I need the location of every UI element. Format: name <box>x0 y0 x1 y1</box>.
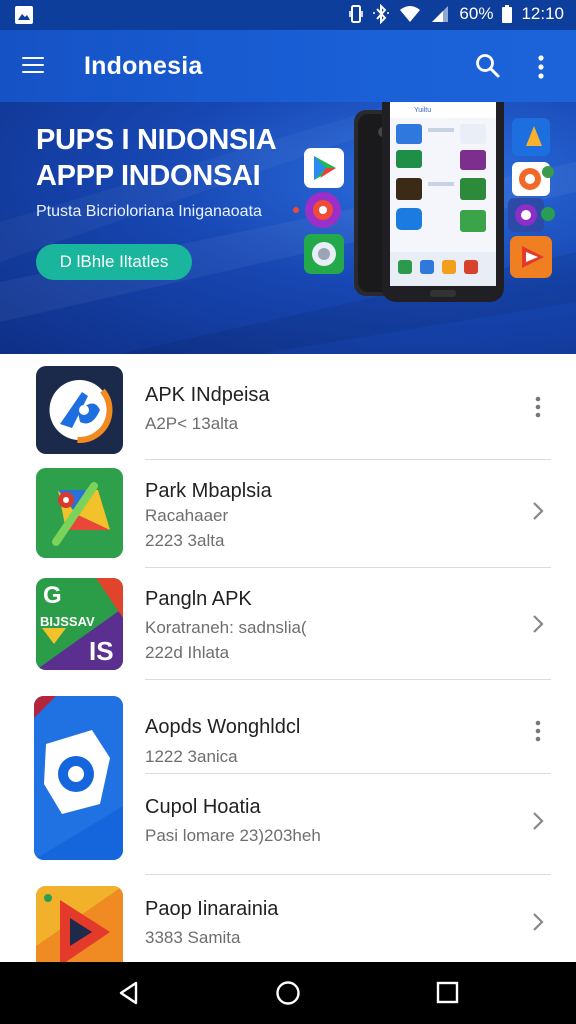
app-name: APK INdpeisa <box>145 384 270 406</box>
app-name: Cupol Hoatia <box>145 796 261 818</box>
status-bar: 60% 12:10 <box>0 0 576 30</box>
app-meta: 3383 Samita <box>145 928 241 947</box>
app-meta: Racahaaer <box>145 506 229 525</box>
screen: 60% 12:10 Indonesia PUPS I NIDONSIA APPP… <box>0 0 576 1024</box>
banner-title-line2: APPP INDONSAI <box>36 160 261 192</box>
chevron-right-icon[interactable] <box>528 806 548 836</box>
chevron-right-icon[interactable] <box>528 907 548 937</box>
app-icon-3: G BIJSSAV IS <box>36 578 123 670</box>
app-name: Aopds Wonghldcl <box>145 716 301 738</box>
divider <box>145 773 551 774</box>
back-icon[interactable] <box>114 978 144 1008</box>
app-meta: 1222 3anica <box>145 747 238 766</box>
app-list: APK INdpeisa A2P< 13alta Park Mbaplsia R… <box>0 354 576 962</box>
search-icon[interactable] <box>474 52 504 82</box>
battery-percent: 60% <box>459 4 494 23</box>
more-vert-icon[interactable] <box>528 392 548 422</box>
menu-icon[interactable] <box>22 52 56 82</box>
battery-icon <box>502 5 513 23</box>
divider <box>145 459 551 460</box>
icon-badge: IS <box>89 636 114 666</box>
recents-icon[interactable] <box>433 978 463 1008</box>
banner-title-line1: PUPS I NIDONSIA <box>36 124 277 156</box>
list-item-apk-indonesia[interactable]: APK INdpeisa A2P< 13alta <box>0 366 576 456</box>
wifi-icon <box>399 5 421 23</box>
chevron-right-icon[interactable] <box>528 496 548 526</box>
home-icon[interactable] <box>273 978 303 1008</box>
promo-banner[interactable]: PUPS I NIDONSIA APPP INDONSAI Ptusta Bic… <box>0 102 576 354</box>
chevron-right-icon[interactable] <box>528 609 548 639</box>
app-meta: A2P< 13alta <box>145 414 239 433</box>
app-meta: Pasi lomare 23)203heh <box>145 826 321 845</box>
phone-screen-text: Yuiltu <box>414 107 431 114</box>
more-vert-icon[interactable] <box>528 716 548 746</box>
status-icons: 60% 12:10 <box>349 4 564 24</box>
icon-letter: G <box>43 582 62 609</box>
list-item-paop-iinarainia[interactable]: Paop Iinarainia 3383 Samita <box>0 886 576 962</box>
divider <box>145 567 551 568</box>
icon-label: BIJSSAV <box>40 614 95 629</box>
app-icon-2 <box>36 468 123 558</box>
list-item-pangln-apk[interactable]: G BIJSSAV IS Pangln APK Koratraneh: sadn… <box>0 578 576 672</box>
navigation-bar <box>0 962 576 1024</box>
banner-subtitle: Ptusta Bicrioloriana Iniganaoata <box>36 203 262 220</box>
divider <box>145 874 551 875</box>
app-meta: 2223 3alta <box>145 531 225 550</box>
app-name: Park Mbaplsia <box>145 480 272 502</box>
app-icon-6 <box>36 886 123 962</box>
app-meta: 222d Ihlata <box>145 643 230 662</box>
list-item-cupol-hoatia[interactable]: Cupol Hoatia Pasi lomare 23)203heh <box>0 784 576 870</box>
vibrate-icon <box>349 4 364 24</box>
divider <box>145 679 551 680</box>
phones-illustration: Yuiltu <box>293 102 555 302</box>
app-bar: Indonesia <box>0 30 576 102</box>
clock: 12:10 <box>521 4 564 23</box>
app-icon-1 <box>36 366 123 454</box>
more-vert-icon[interactable] <box>536 52 556 82</box>
image-icon <box>14 5 34 30</box>
banner-button[interactable]: D lBhle Iltatles <box>36 244 192 280</box>
app-meta: Koratraneh: sadnslia( <box>145 618 307 637</box>
signal-icon <box>430 5 450 23</box>
list-item-park-mbaplsia[interactable]: Park Mbaplsia Racahaaer 2223 3alta <box>0 468 576 560</box>
bluetooth-icon <box>372 4 390 24</box>
app-name: Paop Iinarainia <box>145 898 279 920</box>
app-name: Pangln APK <box>145 588 252 610</box>
app-title: Indonesia <box>84 52 203 80</box>
